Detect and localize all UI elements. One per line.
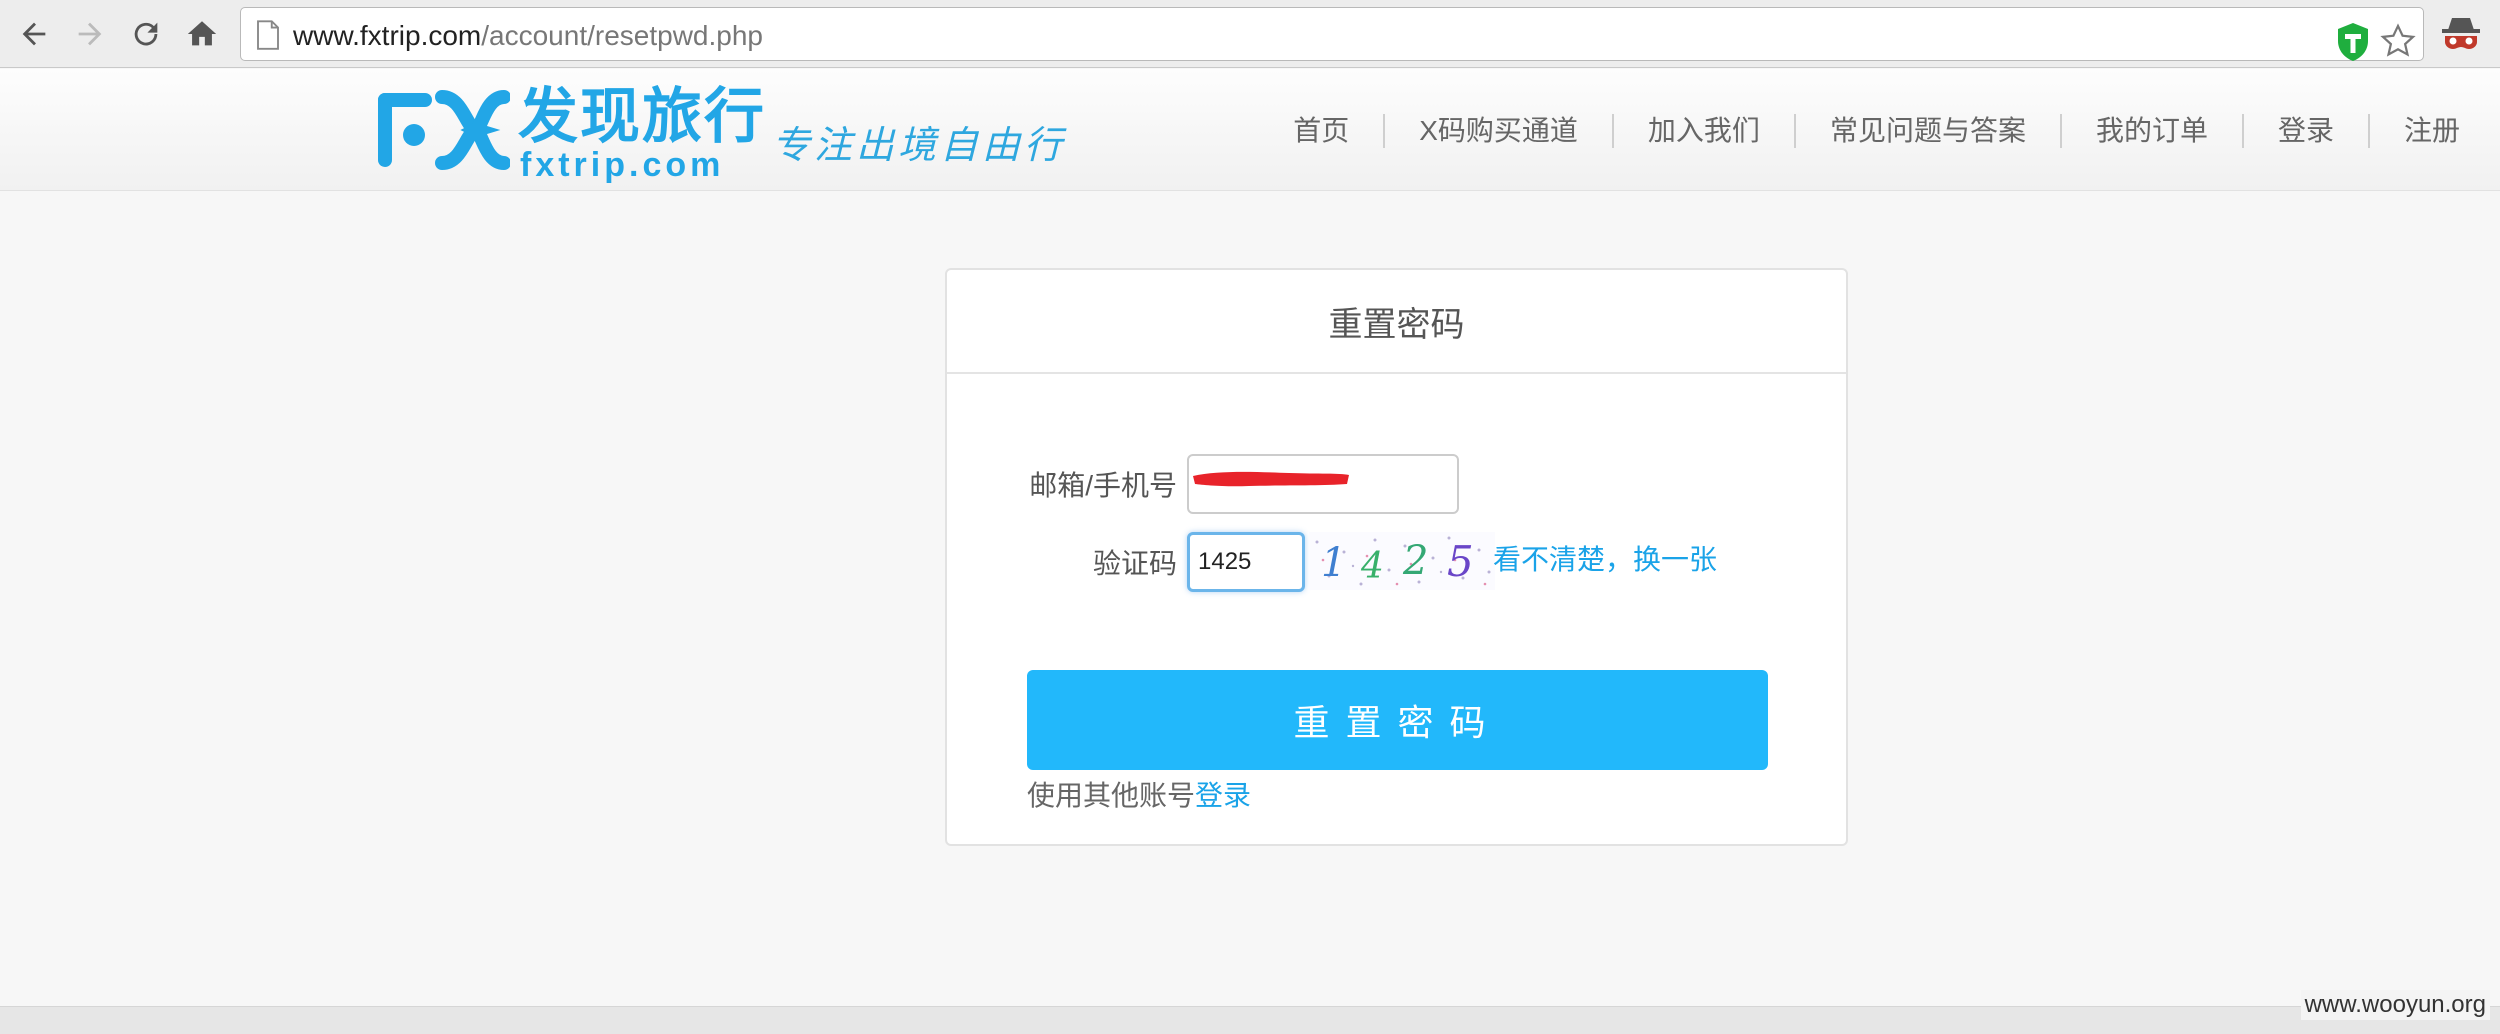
reset-password-button[interactable]: 重置密码: [1027, 670, 1768, 770]
logo-english-name[interactable]: fxtrip.com: [520, 147, 724, 183]
site-header: 发现旅行 fxtrip.com 专注出境自由行 首页 X码购买通道 加入我们 常…: [0, 69, 2500, 191]
browser-toolbar: www.fxtrip.com/account/resetpwd.php: [0, 0, 2500, 68]
reset-password-card: 重置密码 邮箱/手机号 验证码 1425 1 4 2 5 看不清楚，换一张 重置…: [945, 268, 1848, 846]
reload-icon[interactable]: [124, 12, 168, 56]
captcha-digit: 5: [1447, 537, 1474, 586]
bottom-strip: [0, 1006, 2500, 1034]
logo-chinese-name[interactable]: 发现旅行: [518, 85, 766, 149]
watermark: www.wooyun.org: [2300, 990, 2490, 1020]
refresh-captcha-link[interactable]: 看不清楚，换一张: [1493, 540, 1717, 580]
email-phone-input[interactable]: [1187, 454, 1459, 514]
slogan: 专注出境自由行: [772, 123, 1067, 167]
url-domain: www.fxtrip.com: [293, 20, 482, 51]
captcha-label: 验证码: [1092, 548, 1177, 579]
nav-join-us[interactable]: 加入我们: [1614, 113, 1794, 149]
nav-faq[interactable]: 常见问题与答案: [1796, 113, 2060, 149]
nav-my-orders[interactable]: 我的订单: [2062, 113, 2242, 149]
captcha-digit: 1: [1321, 540, 1346, 586]
nav-xcode-purchase[interactable]: X码购买通道: [1385, 113, 1612, 149]
url-path: /account/resetpwd.php: [481, 20, 763, 51]
nav-login[interactable]: 登录: [2244, 113, 2368, 149]
url-text[interactable]: www.fxtrip.com/account/resetpwd.php: [293, 20, 763, 52]
other-account-login: 使用其他账号登录: [1027, 776, 1251, 816]
captcha-digit: 4: [1360, 546, 1384, 587]
captcha-input[interactable]: 1425: [1187, 532, 1305, 592]
fx-logo-icon[interactable]: [374, 87, 510, 173]
captcha-digit: 2: [1402, 538, 1428, 584]
main-nav: 首页 X码购买通道 加入我们 常见问题与答案 我的订单 登录 注册: [1259, 109, 2494, 153]
nav-home[interactable]: 首页: [1259, 113, 1383, 149]
page-icon: [257, 20, 279, 50]
email-phone-label: 邮箱/手机号: [1029, 470, 1177, 501]
address-bar[interactable]: www.fxtrip.com/account/resetpwd.php: [240, 7, 2424, 61]
bookmark-star-icon[interactable]: [2379, 22, 2417, 60]
home-icon[interactable]: [180, 12, 224, 56]
other-account-text: 使用其他账号: [1027, 780, 1196, 811]
forward-arrow-icon[interactable]: [68, 12, 112, 56]
captcha-image[interactable]: 1 4 2 5: [1309, 532, 1495, 590]
card-title: 重置密码: [947, 270, 1846, 374]
redaction-mark: [1193, 471, 1349, 487]
login-link[interactable]: 登录: [1195, 780, 1251, 811]
tampermonkey-icon[interactable]: [2335, 22, 2371, 62]
incognito-mask-icon[interactable]: [2440, 16, 2482, 52]
nav-register[interactable]: 注册: [2370, 113, 2494, 149]
back-arrow-icon[interactable]: [12, 12, 56, 56]
